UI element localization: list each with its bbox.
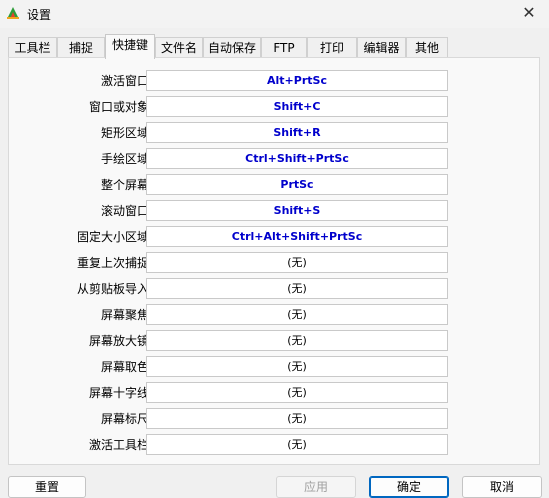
hotkey-row-import-clipboard: 从剪贴板导入: (无): [9, 278, 541, 300]
hotkey-field[interactable]: (无): [146, 278, 448, 299]
tab-autosave[interactable]: 自动保存: [203, 37, 261, 57]
hotkey-row-magnifier: 屏幕放大镜: (无): [9, 330, 541, 352]
hotkey-field[interactable]: (无): [146, 330, 448, 351]
hotkey-field[interactable]: Alt+PrtSc: [146, 70, 448, 91]
hotkey-field[interactable]: Shift+R: [146, 122, 448, 143]
hotkey-row-activate-window: 激活窗口: Alt+PrtSc: [9, 70, 541, 92]
tab-hotkeys[interactable]: 快捷键: [105, 34, 155, 59]
hotkey-field[interactable]: Ctrl+Alt+Shift+PrtSc: [146, 226, 448, 247]
hotkey-field[interactable]: (无): [146, 304, 448, 325]
hotkey-row-full-screen: 整个屏幕: PrtSc: [9, 174, 541, 196]
app-logo-icon: [7, 7, 19, 19]
window-title: 设置: [27, 8, 52, 22]
hotkey-row-spotlight: 屏幕聚焦: (无): [9, 304, 541, 326]
hotkey-label: 屏幕放大镜:: [88, 334, 153, 348]
hotkey-row-freehand: 手绘区域: Ctrl+Shift+PrtSc: [9, 148, 541, 170]
hotkey-row-ruler: 屏幕标尺: (无): [9, 408, 541, 430]
hotkey-field[interactable]: (无): [146, 382, 448, 403]
hotkey-field[interactable]: (无): [146, 434, 448, 455]
hotkey-label: 激活工具栏:: [88, 438, 153, 452]
hotkey-row-fixed-region: 固定大小区域: Ctrl+Alt+Shift+PrtSc: [9, 226, 541, 248]
tab-other[interactable]: 其他: [406, 37, 448, 57]
tab-capture[interactable]: 捕捉: [57, 37, 105, 57]
hotkey-label: 从剪贴板导入:: [76, 282, 153, 296]
tab-toolbar[interactable]: 工具栏: [8, 37, 57, 57]
hotkey-row-repeat-last: 重复上次捕捉: (无): [9, 252, 541, 274]
hotkey-field[interactable]: (无): [146, 252, 448, 273]
hotkey-row-activate-toolbar: 激活工具栏: (无): [9, 434, 541, 456]
tab-strip: 工具栏 捕捉 快捷键 文件名 自动保存 FTP 打印 编辑器 其他: [8, 34, 540, 59]
tab-filename[interactable]: 文件名: [155, 37, 203, 57]
hotkey-label: 窗口或对象:: [88, 100, 153, 114]
cancel-button[interactable]: 取消: [462, 476, 542, 498]
hotkey-field[interactable]: (无): [146, 408, 448, 429]
hotkey-row-rect-region: 矩形区域: Shift+R: [9, 122, 541, 144]
tab-ftp[interactable]: FTP: [261, 37, 307, 57]
close-icon[interactable]: ✕: [519, 3, 539, 23]
title-bar: 设置 ✕: [0, 0, 549, 28]
hotkey-label: 固定大小区域:: [76, 230, 153, 244]
hotkey-row-crosshair: 屏幕十字线: (无): [9, 382, 541, 404]
apply-button[interactable]: 应用: [276, 476, 356, 498]
tab-print[interactable]: 打印: [307, 37, 357, 57]
hotkey-field[interactable]: (无): [146, 356, 448, 377]
hotkey-row-scroll-window: 滚动窗口: Shift+S: [9, 200, 541, 222]
hotkey-label: 重复上次捕捉:: [76, 256, 153, 270]
hotkey-field[interactable]: Shift+S: [146, 200, 448, 221]
hotkey-field[interactable]: Shift+C: [146, 96, 448, 117]
hotkey-field[interactable]: PrtSc: [146, 174, 448, 195]
hotkey-field[interactable]: Ctrl+Shift+PrtSc: [146, 148, 448, 169]
ok-button[interactable]: 确定: [369, 476, 449, 498]
hotkey-row-window-object: 窗口或对象: Shift+C: [9, 96, 541, 118]
tab-editor[interactable]: 编辑器: [357, 37, 406, 57]
reset-button[interactable]: 重置: [8, 476, 86, 498]
hotkeys-panel: 激活窗口: Alt+PrtSc 窗口或对象: Shift+C 矩形区域: Shi…: [8, 57, 540, 465]
hotkey-label: 屏幕十字线:: [88, 386, 153, 400]
hotkey-row-color-picker: 屏幕取色: (无): [9, 356, 541, 378]
